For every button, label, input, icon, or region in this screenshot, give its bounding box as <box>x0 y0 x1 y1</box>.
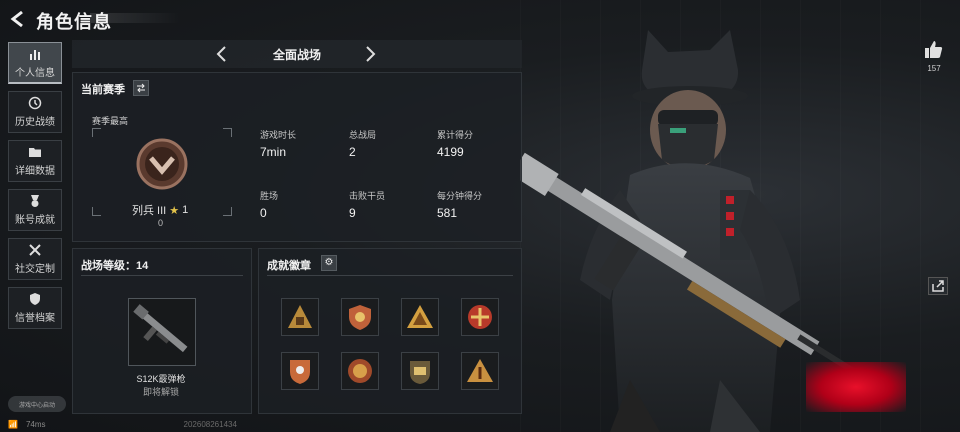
like-icon[interactable] <box>922 38 944 60</box>
like-count: 157 <box>927 64 941 73</box>
shotgun-icon <box>133 304 188 353</box>
sidebar-item-label: 历史战绩 <box>15 117 55 128</box>
sidebar-item-label: 账号成就 <box>15 215 55 226</box>
switch-season-button[interactable] <box>133 80 149 96</box>
sidebar-item-label: 信誉档案 <box>15 313 55 324</box>
stat-value-total-score: 4199 <box>437 145 464 159</box>
swap-icon <box>137 83 145 93</box>
sidebar-item-personal-info[interactable]: 个人信息 <box>8 42 62 84</box>
back-icon[interactable] <box>8 9 28 29</box>
achievements-title: 成就徽章 <box>267 260 311 272</box>
achievement-badge[interactable] <box>281 298 319 336</box>
medal-icon <box>31 195 39 207</box>
shield-star-badge-icon <box>349 305 371 330</box>
stat-value-score-per-minute: 581 <box>437 206 458 220</box>
sidebar-item-label: 详细数据 <box>15 166 55 177</box>
sidebar-item-label: 个人信息 <box>15 67 55 79</box>
mode-switcher: 全面战场 <box>72 40 522 68</box>
wifi-icon: 📶 <box>8 420 18 429</box>
sidebar-item-achievements[interactable]: 账号成就 <box>8 189 62 231</box>
season-rank-card: 列兵 III ★ 1 0 <box>92 128 232 228</box>
divider <box>267 275 513 276</box>
header-decoration <box>90 13 180 23</box>
battlefield-level-title: 战场等级：14 <box>81 260 149 272</box>
sidebar-item-social[interactable]: 社交定制 <box>8 238 62 280</box>
triangle-one-badge-icon <box>467 359 493 382</box>
shield-icon <box>30 293 40 305</box>
folder-icon <box>29 148 41 157</box>
rank-name-row: 列兵 III ★ 1 <box>132 202 188 218</box>
stat-value-playtime: 7min <box>260 145 287 159</box>
pyramid-badge-icon <box>288 305 312 328</box>
chevron-right-icon[interactable] <box>360 44 380 64</box>
achievement-settings-button[interactable]: ⚙ <box>321 255 337 271</box>
divider <box>81 275 243 276</box>
page-header: 角色信息 <box>0 0 520 38</box>
sidebar-item-history[interactable]: 历史战绩 <box>8 91 62 133</box>
rank-stars: 1 <box>182 204 189 216</box>
game-center-launch[interactable]: 游戏中心启动 <box>8 396 66 412</box>
rank-points: 0 <box>158 218 164 228</box>
sidebar-item-details[interactable]: 详细数据 <box>8 140 62 182</box>
stat-label-score-per-minute: 每分钟得分 <box>437 191 483 201</box>
stat-label-total-matches: 总战局 <box>349 130 377 140</box>
wreath-badge-icon <box>410 361 430 384</box>
stat-label-playtime: 游戏时长 <box>260 130 297 140</box>
crest-badge-icon <box>290 360 310 384</box>
achievement-badge[interactable] <box>461 352 499 390</box>
stat-label-total-score: 累计得分 <box>437 130 474 140</box>
rank-name: 列兵 III <box>132 205 167 217</box>
season-title: 当前赛季 <box>81 84 125 96</box>
gold-triangle-badge-icon <box>407 305 433 328</box>
weapon-name: S12K霰弹枪 <box>136 374 186 384</box>
weapon-status: 即将解锁 <box>142 387 179 397</box>
clock-icon <box>28 96 42 110</box>
status-bar: 📶 74ms 202608261434 <box>8 420 237 429</box>
stat-label-kills: 击败干员 <box>349 191 386 201</box>
season-best-label: 赛季最高 <box>92 116 129 126</box>
sidebar-item-reputation[interactable]: 信誉档案 <box>8 287 62 329</box>
achievement-badge[interactable] <box>341 352 379 390</box>
mode-title: 全面战场 <box>272 48 321 62</box>
ping-value: 74ms <box>25 420 46 429</box>
achievement-badge[interactable] <box>401 298 439 336</box>
gear-icon: ⚙ <box>324 257 334 268</box>
round-cross-badge-icon <box>468 305 492 329</box>
uid-value: 202608261434 <box>183 420 237 429</box>
bar-chart-icon <box>30 49 40 60</box>
star-icon: ★ <box>169 204 180 217</box>
stat-value-total-matches: 2 <box>349 145 356 159</box>
game-center-label: 游戏中心启动 <box>18 402 55 409</box>
achievement-badge[interactable] <box>281 352 319 390</box>
achievement-badge[interactable] <box>461 298 499 336</box>
rank-badge-icon <box>136 138 188 190</box>
achievement-badge[interactable] <box>401 352 439 390</box>
sidebar-item-label: 社交定制 <box>15 264 55 275</box>
share-button[interactable] <box>928 277 948 295</box>
achievement-badge[interactable] <box>341 298 379 336</box>
sidebar: 个人信息 历史战绩 详细数据 账号成就 社交定制 信誉档案 <box>8 42 64 336</box>
stat-label-wins: 胜场 <box>260 191 279 201</box>
stat-value-wins: 0 <box>260 206 267 220</box>
stat-value-kills: 9 <box>349 206 356 220</box>
share-icon <box>932 280 944 292</box>
weapon-card[interactable] <box>128 298 196 366</box>
promo-glow <box>806 362 906 412</box>
medal-badge-icon <box>348 359 372 383</box>
tools-icon <box>29 244 41 256</box>
